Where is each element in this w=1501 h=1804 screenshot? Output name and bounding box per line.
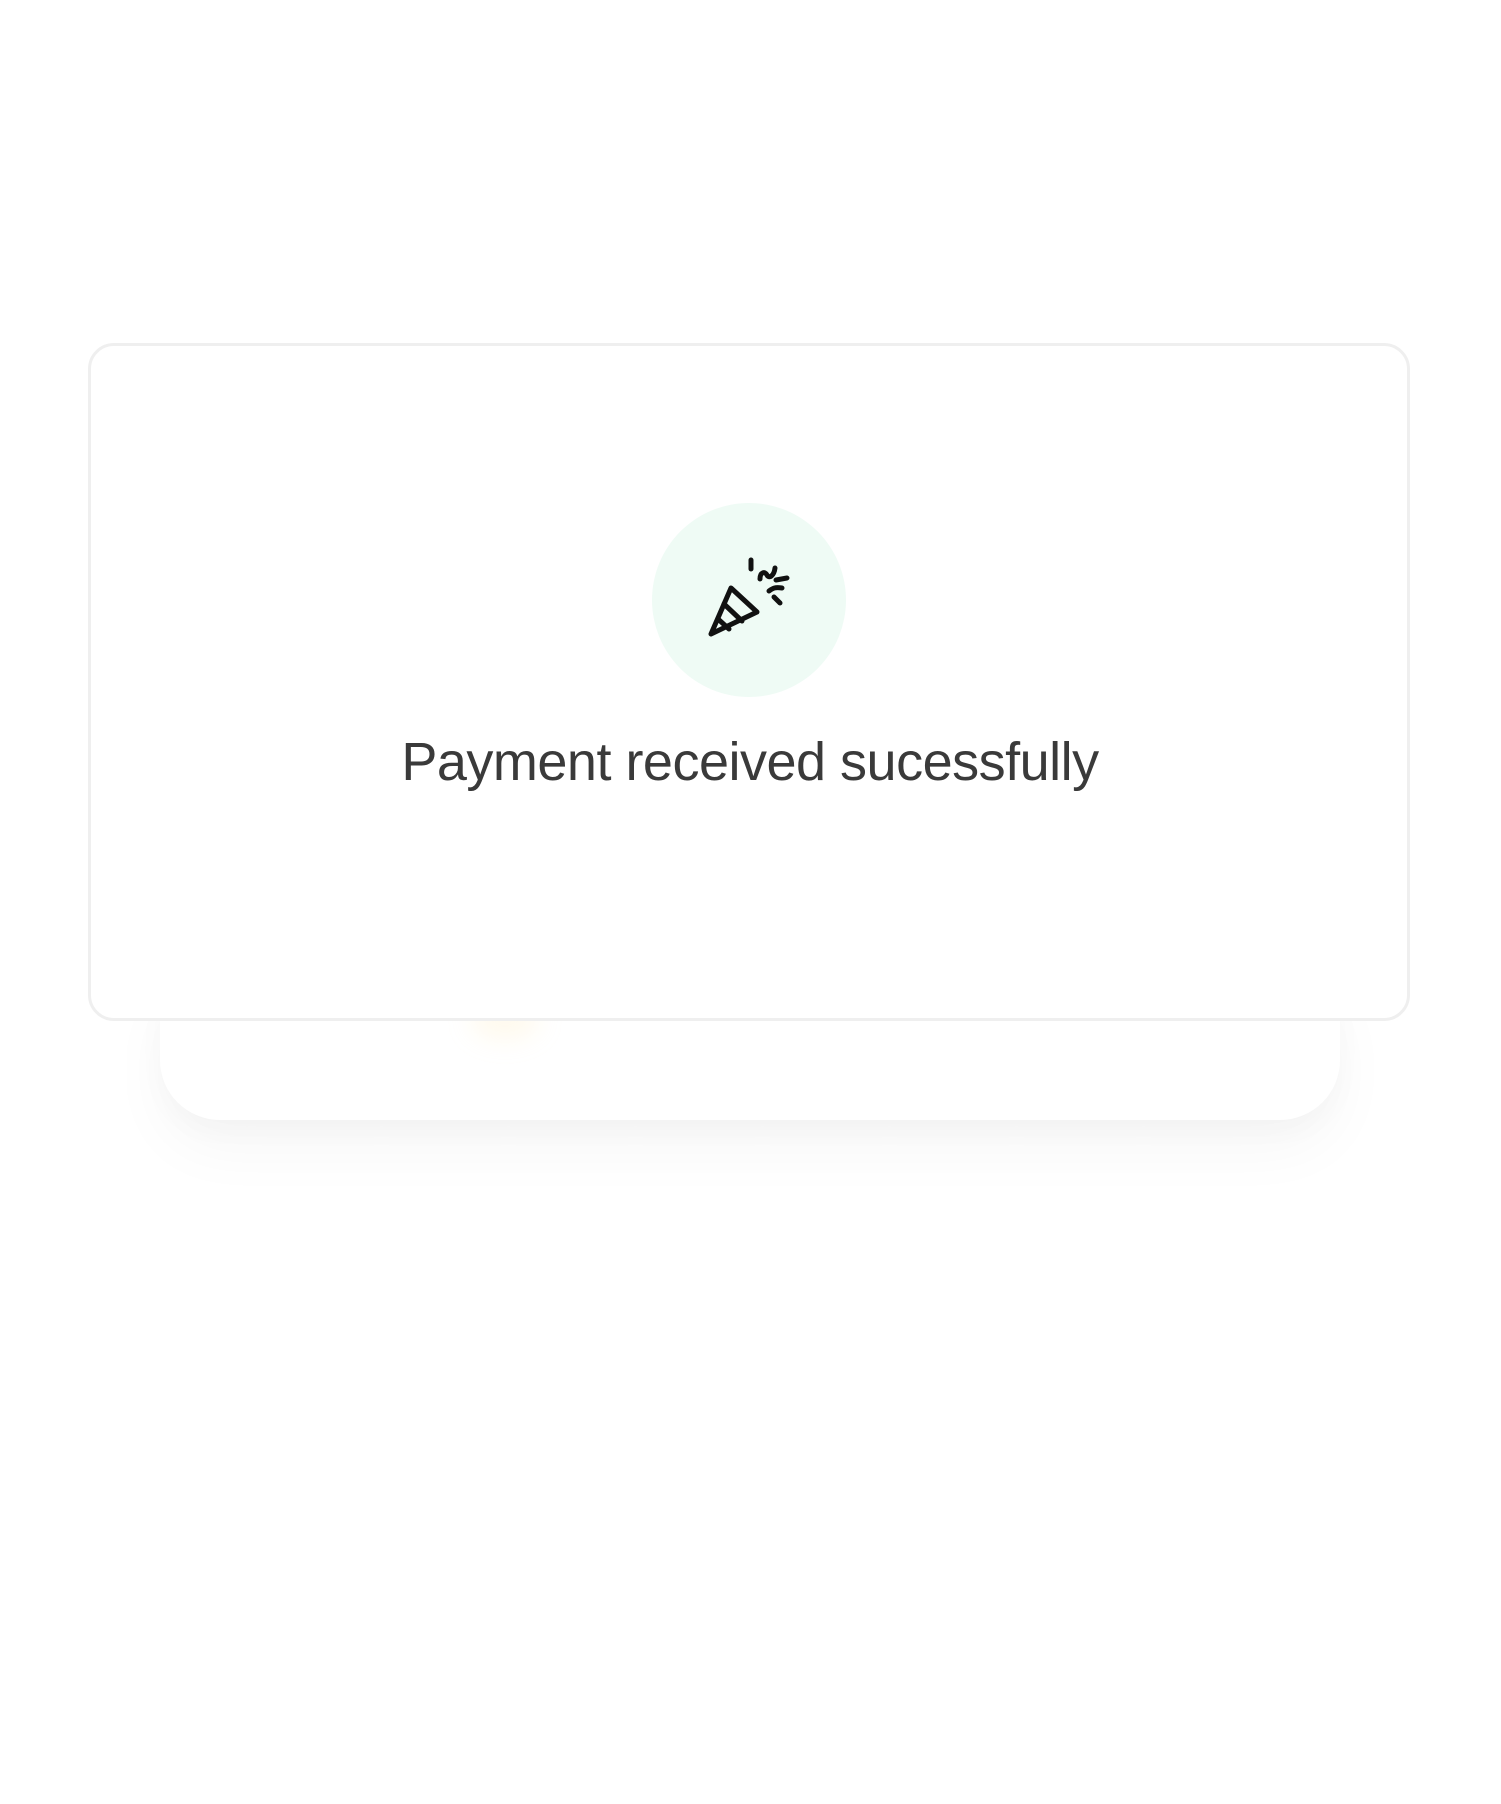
party-popper-icon bbox=[708, 557, 790, 637]
celebration-icon-badge bbox=[652, 503, 846, 697]
payment-success-message: Payment received sucessfully bbox=[401, 732, 1099, 792]
